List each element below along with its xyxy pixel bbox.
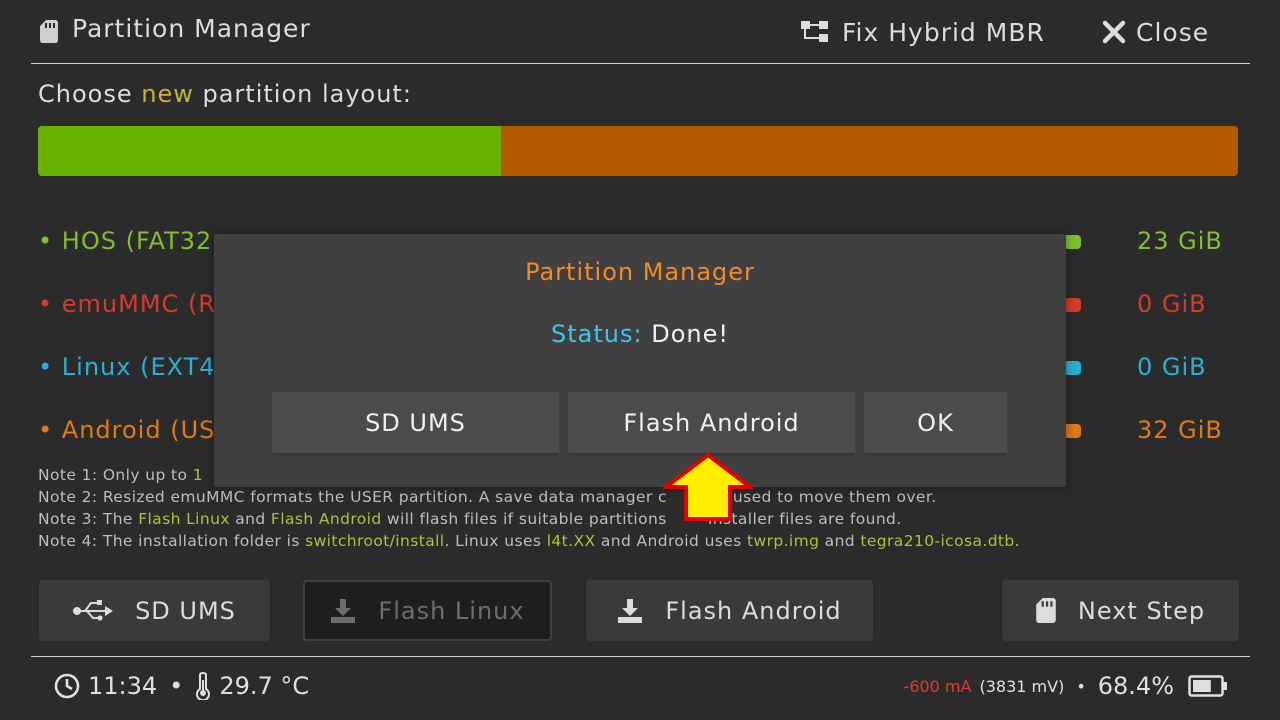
close-button[interactable]: Close bbox=[1102, 10, 1209, 54]
battery-current: -600 mA bbox=[903, 676, 972, 696]
status-bar-left: 11:34 • 29.7 °C bbox=[54, 672, 309, 700]
download-icon bbox=[331, 598, 356, 623]
note-highlight: l4t.XX bbox=[546, 532, 596, 550]
partition-layout-bar[interactable] bbox=[38, 126, 1238, 176]
sd-card-icon bbox=[1036, 598, 1056, 623]
temperature: 29.7 °C bbox=[219, 672, 310, 700]
partition-row-hos: • HOS (FAT32 bbox=[38, 227, 212, 255]
hybrid-mbr-icon bbox=[801, 21, 828, 42]
clock-time: 11:34 bbox=[88, 672, 158, 700]
partition-label: • Android (US bbox=[38, 416, 216, 444]
fix-hybrid-mbr-label: Fix Hybrid MBR bbox=[842, 17, 1045, 47]
dialog-flash-android-button[interactable]: Flash Android bbox=[568, 392, 855, 456]
note-text: Note 2: Resized emuMMC formats the USER … bbox=[38, 488, 667, 506]
note-1: Note 1: Only up to 1 bbox=[38, 466, 203, 484]
note-text: and bbox=[819, 532, 861, 550]
download-icon bbox=[618, 598, 643, 623]
partition-label: • HOS (FAT32 bbox=[38, 227, 213, 255]
footer-divider bbox=[31, 656, 1250, 657]
dialog-status-label: Status: bbox=[551, 320, 643, 348]
flash-android-button[interactable]: Flash Android bbox=[586, 580, 873, 641]
slider-hos[interactable] bbox=[1064, 235, 1081, 249]
dialog-status-value: Done! bbox=[642, 320, 729, 348]
flash-linux-label: Flash Linux bbox=[378, 596, 525, 625]
next-step-button[interactable]: Next Step bbox=[1002, 580, 1239, 641]
partition-label: • emuMMC (R bbox=[38, 290, 216, 318]
layout-segment-android bbox=[501, 126, 1238, 176]
note-highlight: tegra210-icosa.dtb bbox=[860, 532, 1015, 550]
partition-size-android: 32 GiB bbox=[1137, 416, 1223, 444]
battery-icon bbox=[1188, 675, 1227, 697]
status-dialog: Partition Manager Status: Done! SD UMS F… bbox=[214, 234, 1066, 487]
note-4: Note 4: The installation folder is switc… bbox=[38, 532, 1020, 550]
sd-ums-button[interactable]: SD UMS bbox=[39, 580, 270, 641]
note-text: used to move them over. bbox=[732, 488, 937, 506]
note-text: Note 1: Only up to bbox=[38, 466, 193, 484]
note-text: Note 4: The installation folder is bbox=[38, 532, 306, 550]
sd-ums-label: SD UMS bbox=[135, 596, 236, 625]
note-text: will flash files if suitable partitions bbox=[381, 510, 673, 528]
arrow-up-icon bbox=[663, 452, 753, 521]
note-text: . Linux uses bbox=[444, 532, 547, 550]
close-icon bbox=[1102, 20, 1126, 44]
partition-size-emummc: 0 GiB bbox=[1137, 290, 1207, 318]
slider-emummc[interactable] bbox=[1064, 298, 1081, 312]
partition-size-linux: 0 GiB bbox=[1137, 353, 1207, 381]
next-step-label: Next Step bbox=[1077, 596, 1206, 625]
dialog-title: Partition Manager bbox=[525, 258, 755, 286]
note-3: Note 3: The Flash Linux and Flash Androi… bbox=[38, 510, 902, 528]
fix-hybrid-mbr-button[interactable]: Fix Hybrid MBR bbox=[800, 10, 1045, 54]
layout-label-prefix: Choose bbox=[38, 80, 142, 108]
clock-icon bbox=[54, 673, 80, 699]
note-text: . bbox=[1014, 532, 1020, 550]
note-2: Note 2: Resized emuMMC formats the USER … bbox=[38, 488, 937, 506]
battery-voltage: (3831 mV) bbox=[979, 676, 1065, 696]
page-title: Partition Manager bbox=[72, 14, 311, 43]
status-separator: • bbox=[169, 672, 184, 700]
layout-label-suffix: partition layout: bbox=[193, 80, 412, 108]
battery-percent: 68.4% bbox=[1097, 672, 1174, 700]
slider-linux[interactable] bbox=[1064, 361, 1081, 375]
dialog-sd-ums-button[interactable]: SD UMS bbox=[272, 392, 559, 456]
layout-segment-hos bbox=[38, 126, 502, 176]
partition-size-hos: 23 GiB bbox=[1137, 227, 1223, 255]
note-highlight: Flash Linux bbox=[138, 510, 230, 528]
partition-row-emummc: • emuMMC (R bbox=[38, 290, 216, 318]
flash-android-label: Flash Android bbox=[665, 596, 842, 625]
slider-android[interactable] bbox=[1064, 424, 1081, 438]
note-highlight: Flash Android bbox=[270, 510, 382, 528]
layout-label: Choose new partition layout: bbox=[38, 80, 412, 108]
note-text: and Android uses bbox=[595, 532, 748, 550]
note-highlight: twrp.img bbox=[747, 532, 820, 550]
flash-linux-button[interactable]: Flash Linux bbox=[303, 580, 552, 641]
partition-row-linux: • Linux (EXT4) bbox=[38, 353, 226, 381]
partition-row-android: • Android (US bbox=[38, 416, 215, 444]
sd-card-icon bbox=[40, 20, 58, 43]
note-highlight: 1 bbox=[192, 466, 204, 484]
dialog-ok-button[interactable]: OK bbox=[864, 392, 1007, 456]
partition-label: • Linux (EXT4) bbox=[38, 353, 226, 381]
note-highlight: switchroot/install bbox=[305, 532, 445, 550]
dialog-status: Status: Done! bbox=[214, 320, 1066, 348]
status-separator: • bbox=[1076, 676, 1086, 696]
note-text: and bbox=[229, 510, 271, 528]
close-label: Close bbox=[1136, 17, 1210, 47]
thermometer-icon bbox=[196, 672, 211, 700]
header-divider bbox=[31, 63, 1250, 64]
note-text: Note 3: The bbox=[38, 510, 139, 528]
layout-label-new: new bbox=[141, 80, 194, 108]
usb-icon bbox=[73, 599, 114, 621]
status-bar-right: -600 mA (3831 mV) • 68.4% bbox=[904, 672, 1228, 700]
